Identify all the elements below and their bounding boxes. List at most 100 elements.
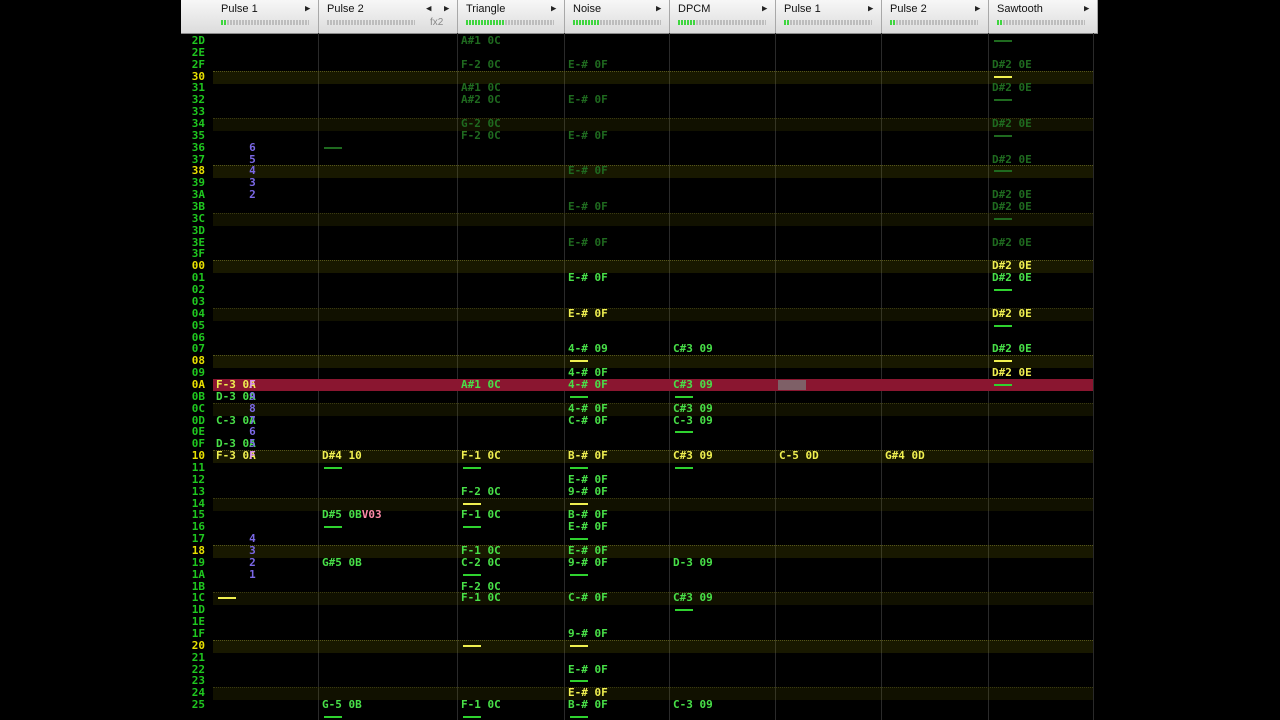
note-cell[interactable]: V03 — [322, 509, 382, 521]
note-cell[interactable]: F-2 0C — [461, 58, 501, 71]
note-cell[interactable]: D#2 0E — [992, 58, 1032, 71]
note-cell[interactable]: B-# 0F — [568, 699, 608, 711]
note-release-marker — [463, 466, 481, 469]
note-release-marker — [570, 395, 588, 398]
note-cell[interactable]: 9-# 0F — [568, 556, 608, 569]
volume-meter — [890, 20, 978, 25]
note-cell[interactable]: E-# 0F — [568, 94, 608, 106]
note-cell[interactable]: D#2 0E — [992, 236, 1032, 249]
note-cell[interactable]: D#2 0E — [992, 82, 1032, 94]
note-cell[interactable]: C-# 0F — [568, 414, 608, 427]
effect-columns-label[interactable]: fx2 — [430, 17, 443, 28]
note-cell[interactable]: E-# 0F — [568, 129, 608, 142]
note-cell[interactable]: D-3 09 — [673, 556, 713, 569]
note-cell[interactable]: G#4 0D — [885, 450, 925, 462]
note-cell[interactable]: F-1 0C — [461, 509, 501, 521]
note-cell[interactable]: F-1 0C — [461, 450, 501, 462]
note-cell[interactable]: D#2 0E — [992, 367, 1032, 379]
note-cell[interactable]: 9-# 0F — [568, 485, 608, 498]
note-cell[interactable]: 4-# 0F — [568, 378, 608, 391]
channel-tab[interactable]: Triangle ▶ — [458, 0, 565, 33]
note-cell[interactable]: 8 — [216, 402, 256, 415]
expand-arrow-icon[interactable]: ▶ — [975, 3, 980, 15]
note-cell[interactable]: G#5 0B — [322, 556, 362, 569]
note-cell[interactable]: E-# 0F — [568, 165, 608, 177]
note-cell[interactable]: E-# 0F — [568, 58, 608, 71]
note-cell[interactable]: D#2 0E — [992, 201, 1032, 213]
expand-arrow-icon[interactable]: ▶ — [868, 3, 873, 15]
note-cell[interactable]: 1 — [216, 568, 256, 581]
note-cell[interactable]: C#3 09 — [673, 343, 713, 355]
note-cell[interactable]: E-# 0F — [568, 473, 608, 486]
channel-tab[interactable]: Sawtooth ▶ — [989, 0, 1098, 33]
channel-tab[interactable]: Pulse 2 ◀ ▶ fx2 — [319, 0, 458, 33]
note-cell[interactable]: 6 — [216, 141, 256, 154]
volume-meter — [327, 20, 415, 25]
note-cell[interactable]: F — [216, 450, 256, 462]
note-cell[interactable]: C-# 0F — [568, 592, 608, 604]
note-cell[interactable]: C-3 09 — [673, 414, 713, 427]
note-cell[interactable]: D#2 0E — [992, 272, 1032, 284]
note-cell[interactable]: E-# 0F — [568, 663, 608, 676]
expand-arrow-icon[interactable]: ▶ — [762, 3, 767, 15]
channel-divider — [1093, 33, 1094, 720]
note-cell[interactable]: D#2 0E — [992, 343, 1032, 355]
channel-name: Noise — [573, 3, 602, 15]
note-cell[interactable]: C#3 09 — [673, 402, 713, 415]
note-cell[interactable]: E-# 0F — [568, 521, 608, 533]
channel-tab[interactable]: Noise ▶ — [565, 0, 670, 33]
note-cell[interactable]: 9 — [216, 390, 256, 403]
note-release-marker — [994, 289, 1012, 292]
note-cell[interactable]: F-2 0C — [461, 129, 501, 142]
note-release-marker — [570, 680, 588, 683]
pattern-editor[interactable]: 2D 2E 2F 30 31 32 33 34 35 36 37 38 39 3A 3B 3C 3D 3E 3F 00… — [181, 33, 1098, 720]
expand-arrow-icon[interactable]: ▶ — [551, 3, 556, 15]
note-release-marker — [324, 466, 342, 469]
note-cell[interactable]: C-3 09 — [673, 699, 713, 711]
note-cell[interactable]: F-1 0C — [461, 592, 501, 604]
note-cell[interactable]: D#4 10 — [322, 450, 362, 462]
note-cell[interactable]: F-2 0C — [461, 485, 501, 498]
note-release-marker — [324, 526, 342, 529]
note-cell[interactable]: E-# 0F — [568, 272, 608, 284]
note-cell[interactable]: C#3 09 — [673, 378, 713, 391]
note-cell[interactable]: G-5 0B — [322, 699, 362, 711]
note-cell[interactable]: C#3 09 — [673, 592, 713, 604]
note-cell[interactable]: A#1 0C — [461, 35, 501, 47]
prev-arrow-icon[interactable]: ◀ — [426, 3, 431, 15]
note-cell[interactable]: 4-# 0F — [568, 402, 608, 415]
note-cell[interactable]: D#2 0E — [992, 153, 1032, 166]
note-cell[interactable]: 9-# 0F — [568, 628, 608, 640]
note-cell[interactable]: D#2 0E — [992, 307, 1032, 320]
channel-tab[interactable]: Pulse 2 ▶ — [882, 0, 989, 33]
channel-tab[interactable]: DPCM ▶ — [670, 0, 776, 33]
note-cell[interactable]: 2 — [216, 189, 256, 201]
channel-tab[interactable]: Pulse 1 ▶ — [776, 0, 882, 33]
note-release-marker — [994, 170, 1012, 173]
volume-meter-level — [466, 20, 504, 25]
note-cell[interactable]: E-# 0F — [568, 201, 608, 213]
note-cell[interactable]: B-# 0F — [568, 450, 608, 462]
channel-tab[interactable]: Pulse 1 ▶ — [213, 0, 319, 33]
note-cell[interactable]: C#3 09 — [673, 450, 713, 462]
note-cell[interactable]: D#2 0E — [992, 118, 1032, 130]
note-release-marker — [463, 502, 481, 505]
edit-cursor[interactable] — [778, 379, 806, 390]
note-release-marker — [463, 644, 481, 647]
note-release-marker — [324, 716, 342, 719]
note-cell[interactable]: C-2 0C — [461, 556, 501, 569]
note-cell[interactable]: C-5 0D — [779, 450, 819, 462]
row-number: 12 — [191, 472, 205, 486]
note-cell[interactable]: A#2 0C — [461, 94, 501, 106]
expand-arrow-icon[interactable]: ▶ — [1084, 3, 1089, 15]
note-cell[interactable]: 4-# 09 — [568, 343, 608, 355]
note-cell[interactable]: F-1 0C — [461, 699, 501, 711]
note-cell[interactable]: E-# 0F — [568, 307, 608, 320]
note-release-marker — [570, 538, 588, 541]
expand-arrow-icon[interactable]: ▶ — [444, 3, 449, 15]
expand-arrow-icon[interactable]: ▶ — [656, 3, 661, 15]
expand-arrow-icon[interactable]: ▶ — [305, 3, 310, 15]
cursor-row-highlight — [213, 378, 1093, 391]
note-cell[interactable]: A#1 0C — [461, 378, 501, 391]
note-cell[interactable]: E-# 0F — [568, 236, 608, 249]
